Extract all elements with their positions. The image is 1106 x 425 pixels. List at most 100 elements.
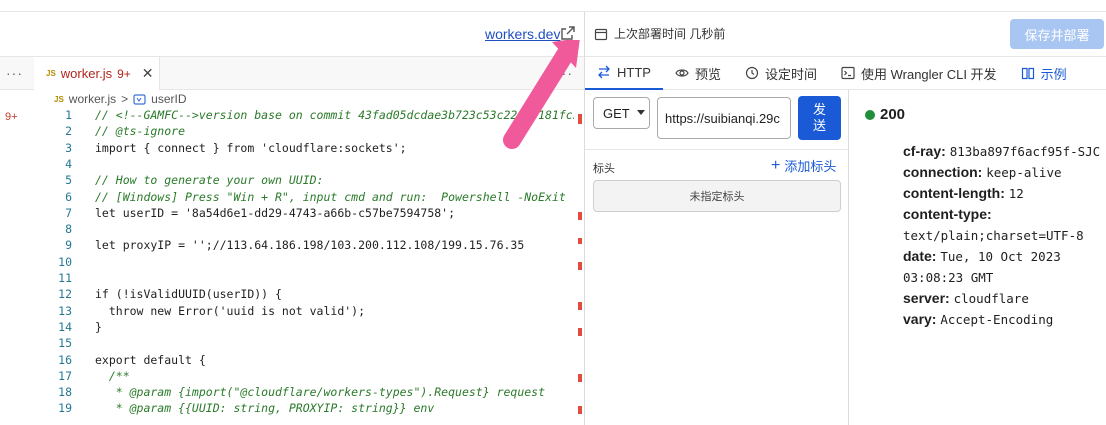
line-text: if (!isValidUUID(userID)) { (95, 287, 282, 302)
response-header-row: vary: Accept-Encoding (903, 309, 1103, 330)
header-value: 12 (1008, 186, 1024, 201)
breadcrumb-separator: > (121, 92, 129, 106)
url-input[interactable]: https://suibianqi.29c (657, 97, 791, 139)
header-key: cf-ray: (903, 143, 946, 159)
code-line[interactable]: 16 export default { (40, 353, 574, 369)
response-headers: cf-ray: 813ba897f6acf95f-SJC connection: … (903, 141, 1103, 330)
code-line[interactable]: 10 (40, 255, 574, 271)
no-headers-placeholder: 未指定标头 (593, 180, 841, 212)
response-header-row: content-length: 12 (903, 183, 1103, 204)
code-line[interactable]: 14} (40, 320, 574, 336)
code-line[interactable]: 15 (40, 336, 574, 352)
line-number: 16 (58, 352, 72, 367)
headers-label: 标头 (593, 163, 615, 175)
code-line[interactable]: 18 * @param {import("@cloudflare/workers… (40, 385, 574, 401)
code-line[interactable]: 9 let proxyIP = '';//113.64.186.198/103.2… (40, 238, 574, 254)
top-strip (0, 0, 1106, 12)
gutter-problem-count: 9+ (5, 111, 18, 123)
more-actions-icon[interactable]: ··· (6, 65, 23, 81)
header-value: text/plain;charset=UTF-8 (903, 228, 1084, 243)
status-dot-icon (865, 109, 875, 120)
line-number: 3 (65, 140, 72, 155)
book-icon (1021, 67, 1034, 80)
js-file-icon: JS (54, 94, 64, 104)
line-number: 4 (65, 156, 72, 171)
error-mark (578, 302, 582, 310)
line-text: * @param {{UUID: string, PROXYIP: string… (95, 401, 435, 416)
tab-http[interactable]: HTTP (585, 57, 663, 90)
external-link-icon[interactable] (560, 25, 576, 41)
tab-schedule-label: 设定时间 (764, 66, 817, 82)
header-value: 813ba897f6acf95f-SJC (949, 144, 1101, 159)
save-and-deploy-button[interactable]: 保存并部署 (1010, 19, 1104, 49)
code-line[interactable]: 6 // [Windows] Press "Win + R", input cmd… (40, 190, 574, 206)
tab-wrangler[interactable]: 使用 Wrangler CLI 开发 (829, 57, 1009, 90)
error-mark (578, 262, 582, 270)
line-number: 10 (58, 254, 72, 269)
tab-examples-label: 示例 (1040, 66, 1067, 82)
line-number: 8 (65, 222, 72, 237)
tab-http-label: HTTP (617, 64, 651, 80)
line-text: let proxyIP = '';//113.64.186.198/103.20… (95, 238, 525, 253)
line-text: let userID = '8a54d6e1-dd29-4743-a66b-c5… (95, 205, 456, 220)
send-button[interactable]: 发送 (798, 96, 841, 140)
response-header-row: connection: keep-alive (903, 162, 1103, 183)
response-header-row: date: Tue, 10 Oct 2023 03:08:23 GMT (903, 246, 1103, 288)
status-code: 200 (880, 106, 906, 123)
code-line[interactable]: 19 * @param {{UUID: string, PROXYIP: str… (40, 401, 574, 417)
code-line[interactable]: 17 /** (40, 369, 574, 385)
terminal-icon (841, 66, 855, 80)
tab-examples[interactable]: 示例 (1009, 57, 1079, 90)
code-line[interactable]: 11 (40, 271, 574, 287)
error-mark (578, 212, 582, 220)
code-line[interactable]: 5 // How to generate your own UUID: (40, 173, 574, 189)
breadcrumb-symbol[interactable]: userID (151, 92, 186, 106)
tab-preview[interactable]: 预览 (663, 57, 733, 90)
pink-arrow-annotation (503, 40, 580, 149)
line-text: /** (95, 368, 130, 383)
send-label: 发送 (812, 102, 826, 133)
line-number: 15 (58, 336, 72, 351)
line-number: 18 (58, 385, 72, 400)
add-header-label: 添加标头 (784, 159, 837, 174)
line-number: 6 (65, 189, 72, 204)
line-number: 5 (65, 173, 72, 188)
error-mark (578, 406, 582, 414)
tab-file-name: worker.js (60, 66, 113, 81)
line-number: 17 (58, 368, 72, 383)
header-key: connection: (903, 164, 983, 180)
tab-wrangler-label: 使用 Wrangler CLI 开发 (860, 66, 997, 82)
header-key: server: (903, 290, 950, 306)
line-number: 19 (58, 401, 72, 416)
line-text: * @param {import("@cloudflare/workers-ty… (95, 385, 546, 400)
eye-icon (675, 69, 689, 77)
error-mark (578, 328, 582, 336)
method-select[interactable]: GET (593, 97, 650, 129)
close-icon[interactable]: ✕ (142, 65, 154, 82)
line-text: // [Windows] Press "Win + R", input cmd … (95, 189, 574, 204)
header-value: keep-alive (986, 165, 1062, 180)
tab-worker-js[interactable]: JS worker.js 9+ ✕ (34, 57, 160, 90)
line-text: // How to generate your own UUID: (95, 173, 324, 188)
line-text: export default { (95, 352, 206, 367)
line-number: 14 (58, 319, 72, 334)
add-header-button[interactable]: + 添加标头 (771, 156, 836, 175)
line-number: 9 (65, 238, 72, 253)
error-mark (578, 238, 582, 244)
header-key: vary: (903, 311, 937, 327)
tab-schedule[interactable]: 设定时间 (733, 57, 829, 90)
code-line[interactable]: 7 let userID = '8a54d6e1-dd29-4743-a66b-c… (40, 206, 574, 222)
breadcrumb-file[interactable]: worker.js (69, 92, 116, 106)
plus-icon: + (771, 156, 781, 174)
line-text: } (95, 319, 102, 334)
code-line[interactable]: 12 if (!isValidUUID(userID)) { (40, 287, 574, 303)
response-header-row: content-type: text/plain;charset=UTF-8 (903, 204, 1103, 246)
problem-count-badge: 9+ (117, 66, 131, 81)
js-file-icon: JS (46, 69, 56, 78)
breadcrumb: JS worker.js > userID (54, 92, 187, 106)
line-number: 7 (65, 205, 72, 220)
code-line[interactable]: 8 (40, 222, 574, 238)
response-header-row: cf-ray: 813ba897f6acf95f-SJC (903, 141, 1103, 162)
tab-preview-label: 预览 (694, 66, 721, 82)
code-line[interactable]: 13 throw new Error('uuid is not valid'); (40, 304, 574, 320)
